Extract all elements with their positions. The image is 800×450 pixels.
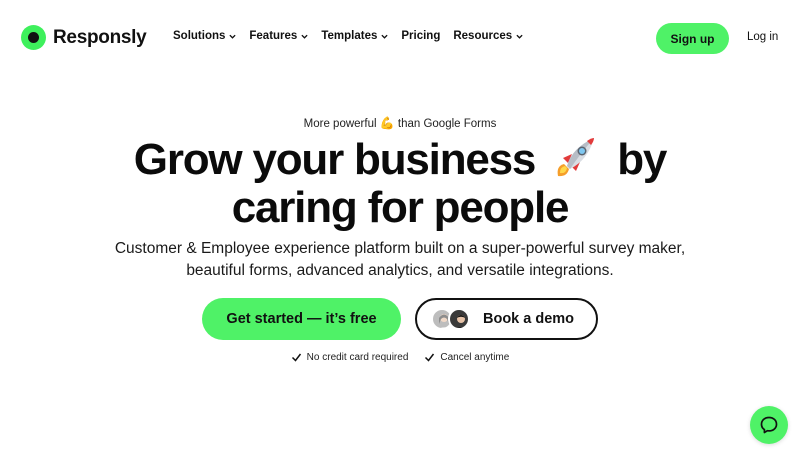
nav-item-label: Resources bbox=[453, 30, 513, 42]
eyebrow-text-before: More powerful bbox=[303, 118, 377, 130]
nav-item-resources[interactable]: Resources bbox=[453, 30, 523, 42]
help-chat-button[interactable] bbox=[750, 406, 788, 444]
nav-item-templates[interactable]: Templates bbox=[321, 30, 388, 42]
site-header: Responsly Solutions Features Templates P… bbox=[0, 0, 800, 76]
chevron-down-icon bbox=[381, 34, 388, 39]
checkmark-icon bbox=[425, 353, 435, 362]
brand-name: Responsly bbox=[53, 26, 147, 48]
chevron-down-icon bbox=[301, 34, 308, 39]
headline-part-1: Grow your business bbox=[133, 135, 537, 184]
nav-item-label: Features bbox=[249, 30, 298, 42]
signup-button[interactable]: Sign up bbox=[656, 23, 729, 54]
brand-logo[interactable]: Responsly bbox=[21, 25, 147, 50]
rocket-icon bbox=[557, 138, 595, 177]
avatar-group bbox=[431, 306, 475, 332]
main-nav: Solutions Features Templates Pricing Res… bbox=[173, 30, 536, 42]
chevron-down-icon bbox=[516, 34, 523, 39]
chevron-down-icon bbox=[229, 34, 237, 39]
hero-subtext: Customer & Employee experience platform … bbox=[114, 240, 686, 279]
nav-item-label: Pricing bbox=[401, 30, 441, 42]
flexed-biceps-icon: 💪 bbox=[379, 116, 395, 130]
book-demo-label: Book a demo bbox=[483, 311, 575, 327]
get-started-button[interactable]: Get started — it’s free bbox=[202, 298, 401, 340]
list-item: Cancel anytime bbox=[424, 352, 509, 363]
nav-item-pricing[interactable]: Pricing bbox=[401, 30, 440, 42]
headline-line-2: caring for people bbox=[231, 183, 570, 232]
logo-mark-icon bbox=[21, 25, 46, 50]
chat-bubble-icon bbox=[760, 416, 778, 434]
nav-item-features[interactable]: Features bbox=[249, 30, 308, 42]
nav-item-solutions[interactable]: Solutions bbox=[173, 30, 237, 42]
nav-item-label: Solutions bbox=[173, 30, 226, 42]
hero-eyebrow: More powerful 💪 than Google Forms bbox=[0, 116, 800, 130]
check-label: No credit card required bbox=[306, 352, 409, 363]
list-item: No credit card required bbox=[291, 352, 409, 363]
login-link[interactable]: Log in bbox=[747, 31, 778, 43]
eyebrow-text-after: than Google Forms bbox=[397, 118, 497, 130]
book-demo-button[interactable]: Book a demo bbox=[415, 298, 598, 340]
avatar bbox=[448, 308, 470, 330]
hero-checklist: No credit card required Cancel anytime bbox=[0, 352, 800, 363]
headline-part-2: by bbox=[617, 135, 667, 184]
checkmark-icon bbox=[291, 353, 301, 362]
hero-headline: Grow your business by caring for people bbox=[0, 132, 800, 232]
nav-item-label: Templates bbox=[321, 30, 378, 42]
check-label: Cancel anytime bbox=[440, 352, 510, 363]
